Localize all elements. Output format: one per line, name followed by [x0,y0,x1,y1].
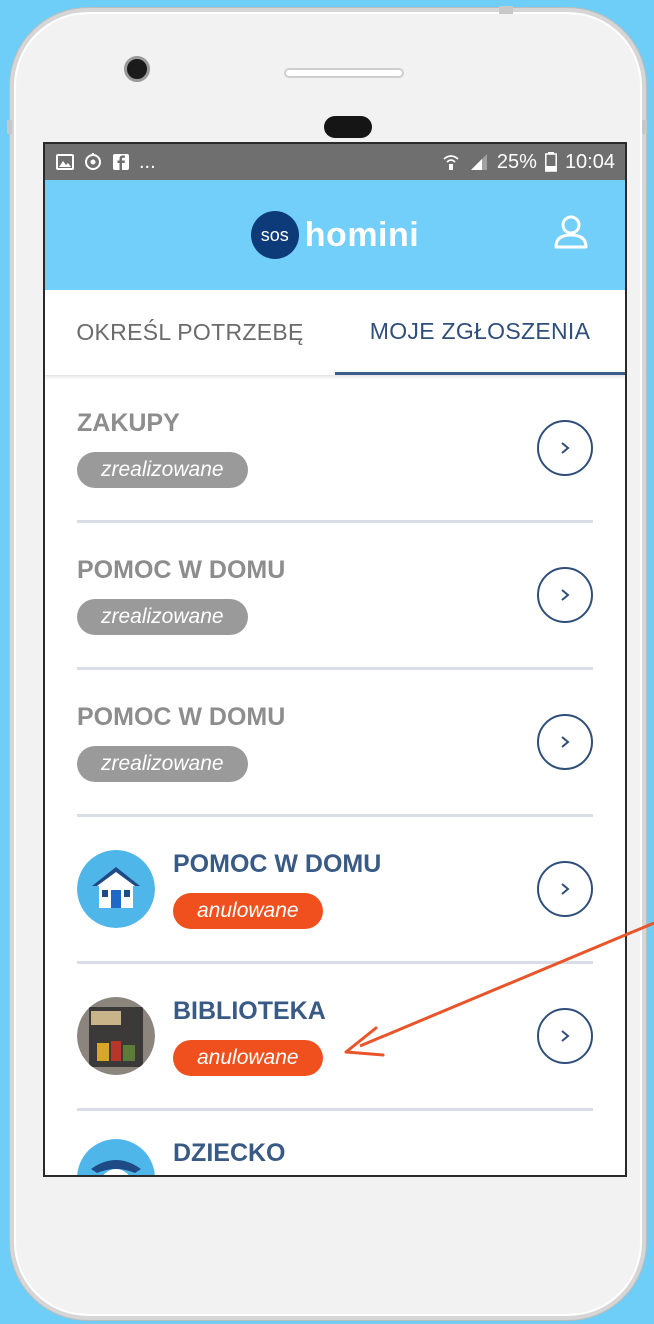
signal-icon [470,154,487,170]
proximity-sensor [324,116,372,138]
chevron-right-icon [561,589,570,601]
chevron-right-icon [561,883,570,895]
request-body: DZIECKO [173,1139,537,1175]
open-request-button[interactable] [537,714,593,770]
open-request-button[interactable] [537,1008,593,1064]
requests-list: ZAKUPY zrealizowane POMOC W DOMU zrealiz… [45,376,625,1175]
status-badge: zrealizowane [77,745,248,782]
request-title: POMOC W DOMU [173,849,382,878]
request-body: POMOC W DOMU zrealizowane [77,703,537,782]
open-request-button[interactable] [537,420,593,476]
request-body: POMOC W DOMU zrealizowane [77,556,537,635]
request-body: POMOC W DOMU anulowane [173,850,537,929]
status-badge: zrealizowane [77,598,248,635]
request-item[interactable]: BIBLIOTEKA anulowane [77,964,593,1111]
request-item[interactable]: POMOC W DOMU zrealizowane [77,523,593,670]
child-icon [77,1139,155,1175]
clock: 10:04 [564,150,615,173]
request-title: BIBLIOTEKA [173,996,326,1025]
request-title: POMOC W DOMU [77,555,286,584]
status-badge: anulowane [173,892,323,929]
request-title: POMOC W DOMU [77,702,286,731]
user-profile-icon[interactable] [553,214,589,250]
app-header: sos homini [45,180,625,290]
more-notifications: ... [139,150,156,173]
power-button [499,6,513,14]
battery-icon [544,152,557,172]
wifi-calling-icon [443,155,459,170]
tab-bar: OKREŚL POTRZEBĘ MOJE ZGŁOSZENIA [45,290,625,376]
request-item[interactable]: POMOC W DOMU zrealizowane [77,670,593,817]
tab-okresl-potrzebe[interactable]: OKREŚL POTRZEBĘ [45,290,335,375]
status-badge: zrealizowane [77,451,248,488]
tab-moje-zgloszenia[interactable]: MOJE ZGŁOSZENIA [335,290,625,375]
chevron-right-icon [561,736,570,748]
side-button-right [642,120,647,134]
gallery-icon [56,154,74,170]
front-camera [124,56,150,82]
chevron-right-icon [561,1030,570,1042]
request-item[interactable]: DZIECKO [77,1111,593,1175]
request-title: DZIECKO [173,1139,286,1167]
side-button-left [7,120,12,134]
phone-screen: ... 25% 10:04 sos homini OKREŚL POTRZEBĘ… [43,142,627,1177]
earpiece-speaker [284,68,404,78]
chevron-right-icon [561,442,570,454]
house-icon [77,850,155,928]
battery-percent: 25% [496,150,537,173]
book-cover-avatar [77,997,155,1075]
facebook-icon [113,154,129,170]
app-logo: sos homini [250,211,420,259]
request-item[interactable]: POMOC W DOMU anulowane [77,817,593,964]
status-bar: ... 25% 10:04 [45,144,625,180]
request-title: ZAKUPY [77,408,180,437]
request-item[interactable]: ZAKUPY zrealizowane [77,376,593,523]
sync-icon [85,153,101,170]
request-body: BIBLIOTEKA anulowane [173,997,537,1076]
open-request-button[interactable] [537,861,593,917]
logo-badge: sos [250,211,299,259]
request-body: ZAKUPY zrealizowane [77,409,537,488]
status-badge: anulowane [173,1039,323,1076]
logo-text: homini [304,215,420,254]
open-request-button[interactable] [537,567,593,623]
